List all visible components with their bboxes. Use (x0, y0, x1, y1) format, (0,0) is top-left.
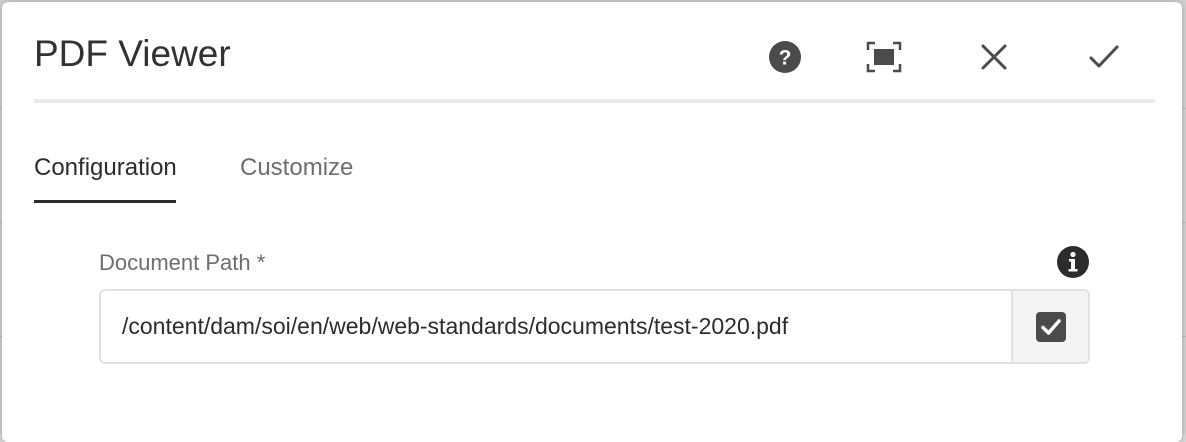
tab-label: Configuration (34, 154, 177, 181)
help-button[interactable]: ? (760, 32, 810, 82)
close-button[interactable] (969, 32, 1019, 82)
fullscreen-icon (866, 41, 902, 73)
confirm-button[interactable] (1079, 32, 1129, 82)
info-icon[interactable] (1056, 245, 1090, 279)
tab-configuration[interactable]: Configuration (34, 150, 177, 186)
active-tab-indicator (34, 200, 176, 203)
help-icon: ? (769, 41, 801, 73)
fullscreen-button[interactable] (859, 32, 909, 82)
tab-label: Customize (240, 154, 354, 181)
document-path-field (99, 289, 1090, 364)
checkmark-icon (1089, 45, 1119, 68)
close-icon (981, 44, 1007, 70)
document-path-input[interactable] (101, 291, 1013, 362)
document-path-label: Document Path * (99, 250, 266, 275)
header-divider (34, 99, 1155, 103)
pdf-viewer-dialog: PDF Viewer ? Configuration Customize Doc… (2, 2, 1182, 442)
svg-text:?: ? (779, 47, 792, 70)
dialog-header-actions: ? (2, 32, 1182, 82)
tab-customize[interactable]: Customize (240, 150, 353, 186)
document-path-picker-button[interactable] (1011, 291, 1088, 362)
checkbox-checked-icon (1035, 311, 1066, 342)
